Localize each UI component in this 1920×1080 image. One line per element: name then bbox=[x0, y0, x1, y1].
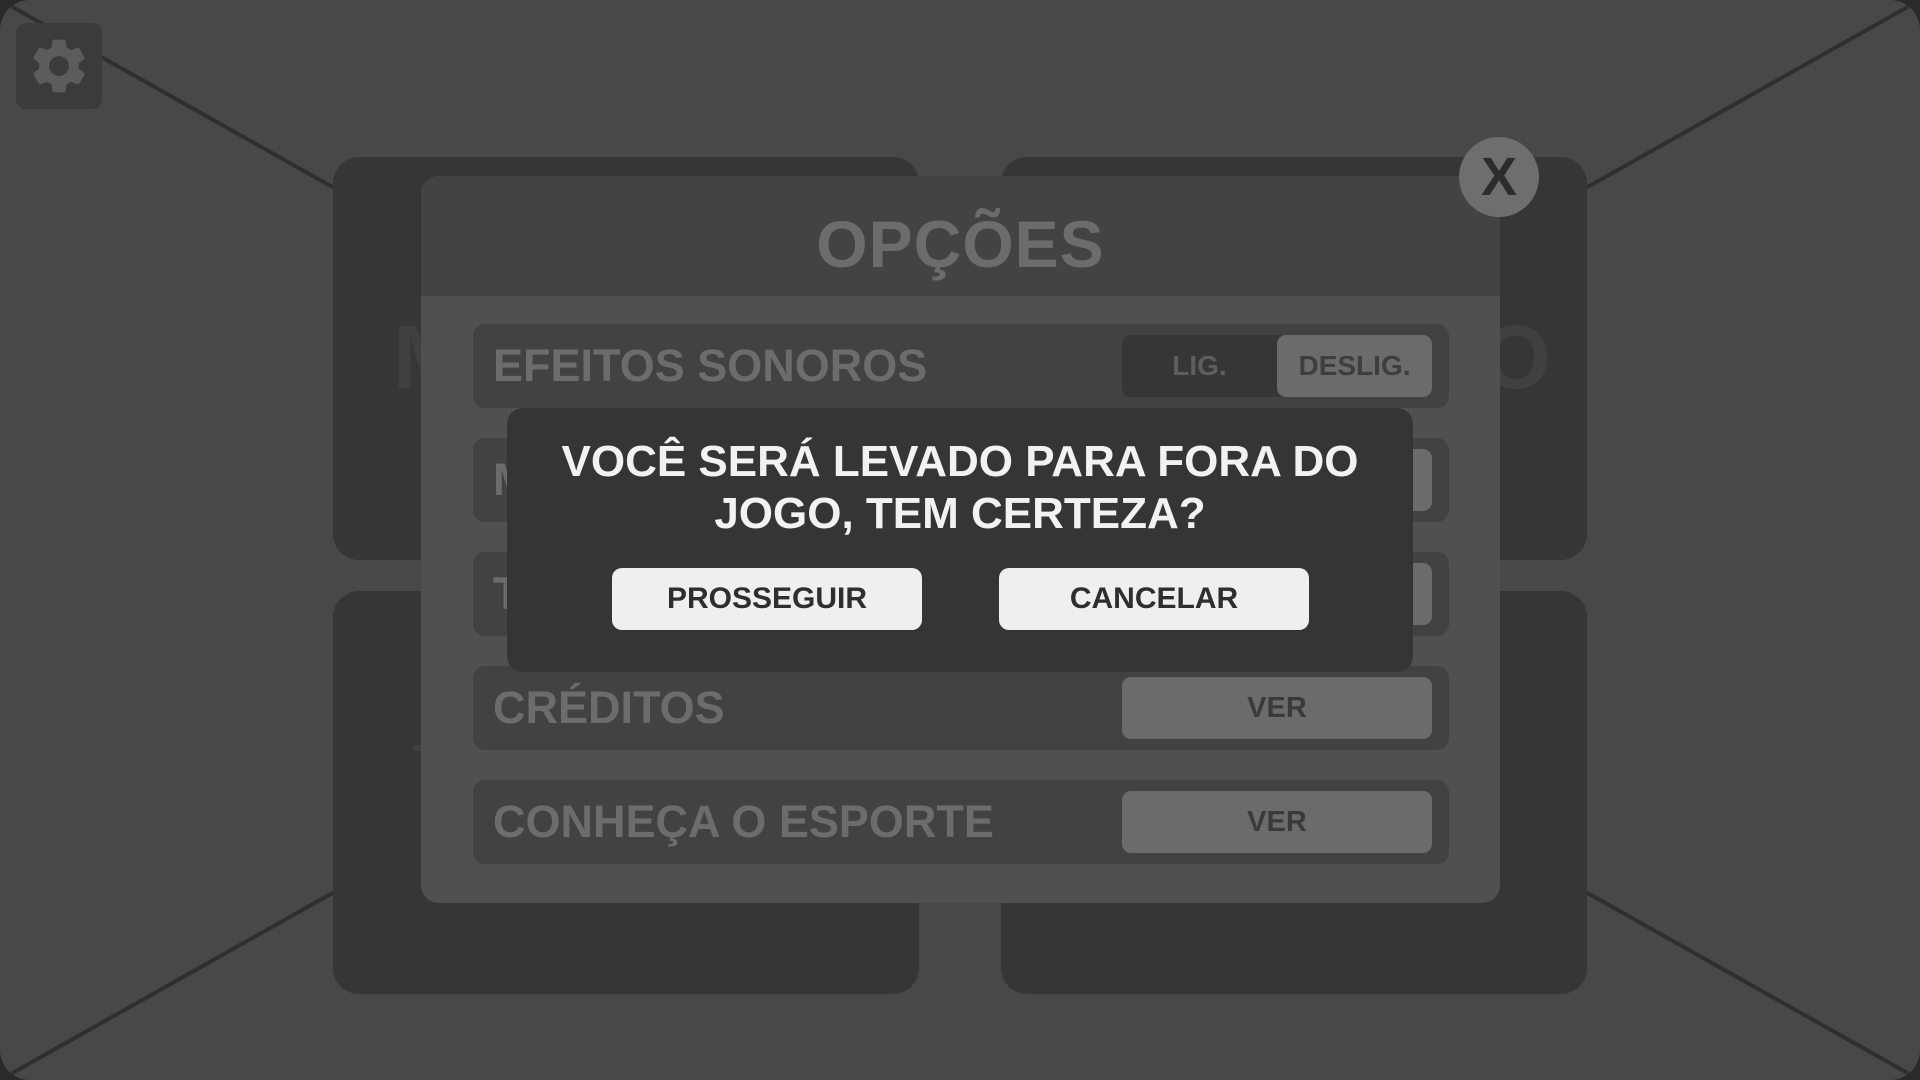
option-row-sound-effects: EFEITOS SONOROS LIG. DESLIG. bbox=[473, 324, 1449, 408]
toggle-on-option[interactable]: LIG. bbox=[1122, 335, 1277, 397]
know-the-sport-view-button[interactable]: VER bbox=[1122, 791, 1432, 853]
option-label: CONHEÇA O ESPORTE bbox=[493, 796, 994, 847]
close-icon: X bbox=[1480, 147, 1518, 207]
cancel-button[interactable]: CANCELAR bbox=[999, 568, 1309, 630]
option-label: CRÉDITOS bbox=[493, 682, 725, 733]
option-row-know-the-sport: CONHEÇA O ESPORTE VER bbox=[473, 780, 1449, 864]
toggle-off-option[interactable]: DESLIG. bbox=[1277, 335, 1432, 397]
gear-icon bbox=[33, 39, 85, 93]
confirm-message: VOCÊ SERÁ LEVADO PARA FORA DO JOGO, TEM … bbox=[561, 437, 1359, 538]
game-screen: M O – OPÇÕES EFEITOS SONOROS LIG. DESLIG… bbox=[0, 0, 1920, 1080]
option-label: EFEITOS SONOROS bbox=[493, 340, 928, 391]
credits-view-button[interactable]: VER bbox=[1122, 677, 1432, 739]
settings-button[interactable] bbox=[16, 23, 102, 109]
options-header: OPÇÕES bbox=[421, 176, 1500, 296]
close-button[interactable]: X bbox=[1459, 137, 1539, 217]
option-row-credits: CRÉDITOS VER bbox=[473, 666, 1449, 750]
proceed-button[interactable]: PROSSEGUIR bbox=[612, 568, 922, 630]
confirm-dialog: VOCÊ SERÁ LEVADO PARA FORA DO JOGO, TEM … bbox=[507, 408, 1413, 672]
options-title: OPÇÕES bbox=[816, 207, 1105, 281]
sound-effects-toggle[interactable]: LIG. DESLIG. bbox=[1122, 335, 1432, 397]
